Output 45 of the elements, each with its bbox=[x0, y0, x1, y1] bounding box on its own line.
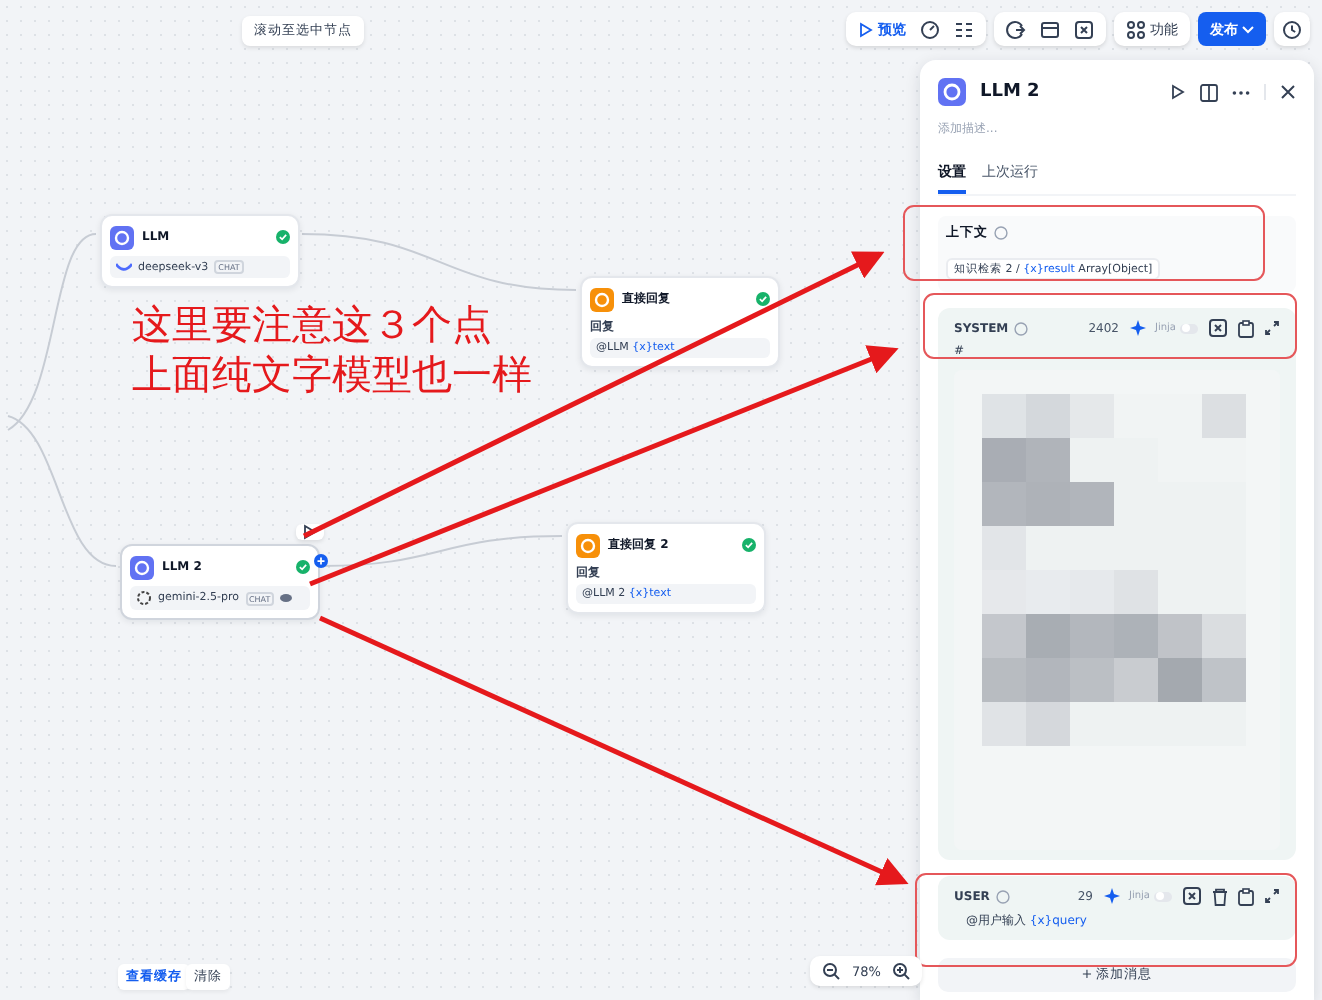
clipboard-icon[interactable] bbox=[1238, 887, 1254, 905]
chevron-down-icon bbox=[1242, 25, 1254, 33]
answer-node-icon bbox=[576, 533, 600, 557]
play-icon bbox=[858, 21, 874, 37]
annotation-text: 这里要注意这３个点 bbox=[132, 300, 494, 350]
sparkle-icon[interactable] bbox=[1103, 888, 1119, 904]
help-icon bbox=[995, 889, 1010, 903]
zoom-out-icon[interactable] bbox=[822, 962, 840, 980]
llm-node-icon bbox=[110, 225, 134, 249]
help-icon bbox=[1014, 321, 1029, 335]
list-icon[interactable] bbox=[954, 19, 974, 39]
panel-title: LLM 2 bbox=[980, 82, 1042, 102]
zoom-in-icon[interactable] bbox=[892, 962, 911, 980]
success-check-icon bbox=[742, 538, 756, 552]
run-icon[interactable] bbox=[1170, 84, 1186, 100]
success-check-icon bbox=[276, 230, 290, 244]
variables-icon[interactable] bbox=[1182, 886, 1202, 906]
dotted-circle-icon bbox=[136, 590, 152, 606]
variables-icon[interactable] bbox=[1208, 318, 1228, 338]
clipboard-icon[interactable] bbox=[1238, 319, 1254, 337]
split-view-icon[interactable] bbox=[1200, 83, 1218, 101]
gauge-icon[interactable] bbox=[920, 19, 940, 39]
llm-node-icon bbox=[130, 555, 154, 579]
nodes-icon bbox=[1126, 19, 1146, 39]
add-handle-icon[interactable] bbox=[314, 554, 328, 568]
eye-icon bbox=[280, 594, 293, 602]
jinja-toggle[interactable] bbox=[1180, 323, 1198, 333]
help-icon bbox=[994, 226, 1008, 240]
expand-icon[interactable] bbox=[1264, 888, 1280, 904]
play-icon bbox=[302, 524, 318, 540]
history-icon[interactable] bbox=[1282, 19, 1302, 39]
trash-icon[interactable] bbox=[1212, 887, 1228, 905]
sparkle-icon[interactable] bbox=[1129, 320, 1145, 336]
more-icon[interactable] bbox=[1232, 89, 1250, 95]
expand-icon[interactable] bbox=[1264, 320, 1280, 336]
import-icon[interactable] bbox=[1006, 19, 1026, 39]
close-icon[interactable] bbox=[1280, 84, 1296, 100]
variables-icon[interactable] bbox=[1074, 19, 1094, 39]
success-check-icon bbox=[756, 292, 770, 306]
llm-node-icon bbox=[938, 78, 966, 106]
annotation-text: 上面纯文字模型也一样 bbox=[132, 350, 532, 400]
success-check-icon bbox=[296, 560, 310, 574]
jinja-toggle[interactable] bbox=[1154, 891, 1172, 901]
answer-node-icon bbox=[590, 287, 614, 311]
window-icon[interactable] bbox=[1040, 19, 1060, 39]
